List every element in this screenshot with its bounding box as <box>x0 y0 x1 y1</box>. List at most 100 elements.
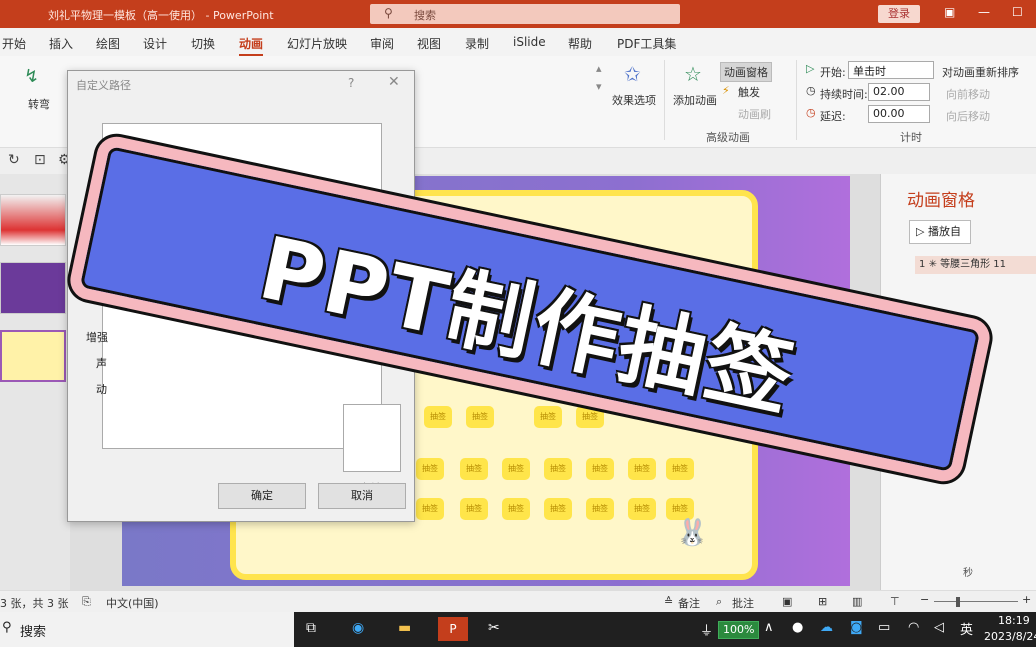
lottery-chip[interactable]: 抽签 <box>502 458 530 480</box>
tab-draw[interactable]: 绘图 <box>96 35 120 52</box>
scroll-down-icon[interactable]: ▾ <box>596 80 602 93</box>
ribbon-display-icon[interactable]: ▣ <box>944 5 955 19</box>
tab-slideshow[interactable]: 幻灯片放映 <box>287 35 347 52</box>
zoom-thumb[interactable] <box>956 597 960 607</box>
animation-painter-button[interactable]: 动画刷 <box>738 106 771 122</box>
notes-button[interactable]: 备注 <box>678 595 700 611</box>
wifi-icon[interactable]: ◠ <box>908 620 919 635</box>
taskbar-search[interactable]: ⚲ 搜索 <box>0 612 294 647</box>
microphone-icon[interactable]: ● <box>792 620 803 635</box>
lottery-chip[interactable]: 抽签 <box>666 498 694 520</box>
device-icon[interactable]: ▭ <box>878 620 890 635</box>
divider <box>664 60 665 140</box>
add-animation-button[interactable]: 添加动画 <box>673 92 717 108</box>
tab-help[interactable]: 帮助 <box>568 35 592 52</box>
turn-button[interactable]: 转弯 <box>28 96 50 112</box>
lottery-chip[interactable]: 抽签 <box>416 498 444 520</box>
zoom-slider[interactable] <box>934 601 1018 602</box>
comments-icon[interactable]: ⌕ <box>716 595 722 609</box>
delay-input[interactable]: 00.00 <box>868 105 930 123</box>
notes-icon[interactable]: ≙ <box>664 595 673 608</box>
tab-home[interactable]: 开始 <box>2 35 26 52</box>
slide-thumbnail-selected[interactable] <box>0 330 66 382</box>
snipping-tool-icon[interactable]: ✂ <box>488 620 500 636</box>
lottery-chip[interactable]: 抽签 <box>544 498 572 520</box>
lottery-chip[interactable]: 抽签 <box>628 458 656 480</box>
ime-indicator[interactable]: 英 <box>960 619 973 638</box>
effect-options-button[interactable]: 效果选项 <box>612 92 656 108</box>
cancel-button[interactable]: 取消 <box>318 483 406 509</box>
tab-view[interactable]: 视图 <box>417 35 441 52</box>
powerpoint-icon[interactable]: P <box>438 617 468 641</box>
clock-date[interactable]: 2023/8/24 <box>984 630 1036 643</box>
duration-input[interactable]: 02.00 <box>868 83 930 101</box>
normal-view-icon[interactable]: ▣ <box>782 595 792 608</box>
lottery-chip[interactable]: 抽签 <box>424 406 452 428</box>
search-box[interactable]: ⚲ 搜索 <box>370 4 680 24</box>
help-icon[interactable]: ? <box>348 76 354 90</box>
lottery-chip[interactable]: 抽签 <box>460 458 488 480</box>
play-from-button[interactable]: ▷ 播放自 <box>909 220 971 244</box>
edge-icon[interactable]: ◉ <box>352 620 364 636</box>
task-view-icon[interactable]: ⧉ <box>306 620 316 636</box>
lottery-chip[interactable]: 抽签 <box>666 458 694 480</box>
window-title: 刘礼平物理一模板（高一使用） - PowerPoint <box>48 9 274 22</box>
spellcheck-icon[interactable]: ⎘ <box>82 595 91 609</box>
app-tray-icon[interactable]: ◙ <box>850 620 863 635</box>
slideshow-icon[interactable]: ⊤ <box>890 595 900 608</box>
divider <box>796 60 797 140</box>
reading-view-icon[interactable]: ▥ <box>852 595 862 608</box>
lottery-chip[interactable]: 抽签 <box>466 406 494 428</box>
taskbar-search-label: 搜索 <box>20 625 47 640</box>
start-select[interactable]: 单击时 <box>848 61 934 79</box>
maximize-icon[interactable]: ☐ <box>1012 5 1023 19</box>
tab-islide[interactable]: iSlide <box>513 35 546 49</box>
turn-path-icon: ↯ <box>24 66 40 87</box>
login-button[interactable]: 登录 <box>878 5 920 23</box>
scroll-up-icon[interactable]: ▴ <box>596 62 602 75</box>
move-earlier-button[interactable]: 向前移动 <box>946 86 990 102</box>
animation-list-item[interactable]: 1 ✳ 等腰三角形 11 <box>915 256 1036 274</box>
lottery-chip[interactable]: 抽签 <box>534 406 562 428</box>
seconds-dropdown[interactable]: 秒 <box>963 564 973 579</box>
clock-time[interactable]: 18:19 <box>998 614 1030 627</box>
tab-pdf-tools[interactable]: PDF工具集 <box>617 35 676 52</box>
trigger-button[interactable]: 触发 <box>738 84 760 100</box>
slide-sorter-icon[interactable]: ⊞ <box>818 595 827 608</box>
lottery-chip[interactable]: 抽签 <box>416 458 444 480</box>
cloud-icon[interactable]: ☁ <box>820 620 833 635</box>
undo-icon[interactable]: ↻ <box>8 152 20 168</box>
tab-record[interactable]: 录制 <box>465 35 489 52</box>
zoom-in-icon[interactable]: + <box>1022 593 1031 606</box>
zoom-out-icon[interactable]: − <box>920 593 929 606</box>
lottery-chip[interactable]: 抽签 <box>576 406 604 428</box>
lottery-chip[interactable]: 抽签 <box>628 498 656 520</box>
slide-thumbnail[interactable] <box>0 194 66 246</box>
tab-review[interactable]: 审阅 <box>370 35 394 52</box>
lottery-chip[interactable]: 抽签 <box>586 458 614 480</box>
tab-design[interactable]: 设计 <box>143 35 167 52</box>
tab-transitions[interactable]: 切换 <box>191 35 215 52</box>
present-icon[interactable]: ⊡ <box>34 152 46 168</box>
tab-animations[interactable]: 动画 <box>239 35 264 56</box>
tab-insert[interactable]: 插入 <box>49 35 73 52</box>
minimize-icon[interactable]: — <box>978 5 990 19</box>
chevron-up-icon[interactable]: ∧ <box>764 620 774 635</box>
play-from-label: 播放自 <box>927 225 961 238</box>
language-label[interactable]: 中文(中国) <box>106 595 159 611</box>
add-animation-icon: ☆ <box>684 62 702 86</box>
close-icon[interactable]: ✕ <box>388 74 400 90</box>
lottery-chip[interactable]: 抽签 <box>460 498 488 520</box>
ok-button[interactable]: 确定 <box>218 483 306 509</box>
battery-indicator[interactable]: 100% <box>718 621 760 639</box>
slide-thumbnail[interactable] <box>0 262 66 314</box>
file-explorer-icon[interactable]: ▬ <box>398 620 411 636</box>
move-later-button[interactable]: 向后移动 <box>946 108 990 124</box>
animation-pane-button[interactable]: 动画窗格 <box>720 62 772 82</box>
lottery-chip[interactable]: 抽签 <box>544 458 572 480</box>
speaker-icon[interactable]: ◁ <box>934 620 944 635</box>
comments-button[interactable]: 批注 <box>732 595 754 611</box>
lottery-chip[interactable]: 抽签 <box>502 498 530 520</box>
lottery-chip[interactable]: 抽签 <box>586 498 614 520</box>
plug-icon: ⏚ <box>700 624 714 639</box>
